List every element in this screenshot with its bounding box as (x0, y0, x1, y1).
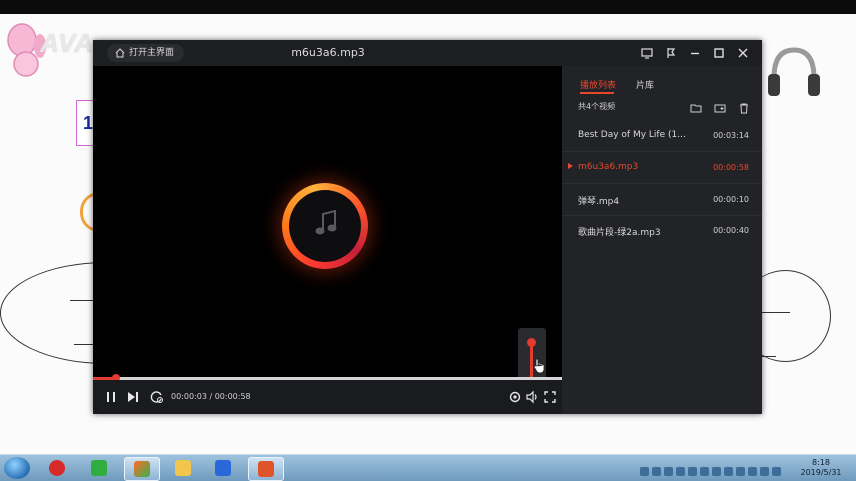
media-app-icon (49, 460, 65, 476)
playlist-item-duration: 00:00:10 (713, 195, 749, 204)
system-tray[interactable] (640, 461, 784, 476)
playlist-item-duration: 00:00:58 (713, 163, 749, 172)
playlist-item[interactable]: 弹琴.mp4 00:00:10 (562, 184, 762, 216)
now-playing-icon (568, 163, 573, 169)
slide-watermark: AVA (40, 28, 95, 58)
pin-icon[interactable] (663, 45, 679, 61)
playlist-panel: 播放列表 片库 共4个视频 Best Day of My Life (1... … (562, 66, 762, 414)
skip-next-icon (128, 392, 138, 402)
taskbar-app[interactable] (82, 457, 116, 479)
taskbar-app[interactable] (166, 457, 200, 479)
tray-icon[interactable] (760, 467, 769, 476)
active-tab-indicator (580, 92, 614, 94)
video-count: 共4个视频 (578, 102, 616, 111)
taskbar-clock[interactable]: 8:18 2019/5/31 (794, 458, 848, 478)
media-player-window: 打开主界面 m6u3a6.mp3 00:00:03 / 00:00:58 播放列… (93, 40, 762, 414)
playlist-item-name: Best Day of My Life (1... (578, 130, 686, 140)
slide-line (762, 356, 776, 357)
window-title: m6u3a6.mp3 (291, 46, 365, 59)
open-folder-icon[interactable] (690, 99, 702, 113)
maximize-icon[interactable] (711, 45, 727, 61)
music-note-icon (315, 210, 337, 235)
playlist-item-name: m6u3a6.mp3 (578, 162, 639, 172)
tray-icon[interactable] (736, 467, 745, 476)
playlist-item-duration: 00:00:40 (713, 226, 749, 235)
time-display: 00:00:03 / 00:00:58 (171, 392, 251, 401)
speaker-icon (526, 390, 537, 404)
slide-line (70, 300, 94, 301)
fullscreen-icon (544, 391, 556, 403)
folder-icon (175, 460, 191, 476)
tray-icon[interactable] (688, 467, 697, 476)
playlist-item-name: 歌曲片段-绿2a.mp3 (578, 228, 661, 238)
taskbar-app[interactable] (248, 457, 284, 481)
taskbar-app[interactable] (206, 457, 240, 479)
close-icon[interactable] (735, 45, 751, 61)
control-bar: 00:00:03 / 00:00:58 (93, 380, 562, 414)
start-button[interactable] (4, 457, 30, 479)
taskbar-app[interactable] (40, 457, 74, 479)
volume-slider-handle[interactable] (527, 338, 536, 347)
loop-icon (150, 391, 163, 403)
slide-line (74, 344, 94, 345)
settings-button[interactable] (507, 389, 523, 405)
hand-cursor-icon (533, 358, 545, 374)
minimize-icon[interactable] (687, 45, 703, 61)
tray-icon[interactable] (640, 467, 649, 476)
screen-top-border (0, 0, 856, 14)
clock-time: 8:18 (812, 458, 830, 467)
clock-date: 2019/5/31 (800, 468, 842, 477)
tray-icon[interactable] (748, 467, 757, 476)
tray-icon[interactable] (652, 467, 661, 476)
tray-icon[interactable] (724, 467, 733, 476)
playlist-item-name: 弹琴.mp4 (578, 197, 620, 207)
trash-icon[interactable] (738, 99, 750, 114)
next-button[interactable] (125, 389, 141, 405)
slide-number: 1 (83, 113, 94, 133)
windows-taskbar: 8:18 2019/5/31 (0, 454, 856, 481)
pause-icon (107, 392, 115, 402)
loop-mode-button[interactable] (149, 389, 165, 405)
wps-writer-icon (215, 460, 231, 476)
green-app-icon (91, 460, 107, 476)
video-area[interactable] (93, 66, 562, 400)
presentation-app-icon (258, 461, 274, 477)
tray-icon[interactable] (676, 467, 685, 476)
disc-center (289, 190, 361, 262)
taskbar-app[interactable] (124, 457, 160, 481)
player-app-icon (134, 461, 150, 477)
tray-icon[interactable] (772, 467, 781, 476)
tab-library[interactable]: 片库 (636, 78, 654, 91)
screen-icon[interactable] (639, 45, 655, 61)
playlist-item-duration: 00:03:14 (713, 131, 749, 140)
headphones-icon (768, 47, 820, 96)
tab-playlist[interactable]: 播放列表 (580, 78, 616, 91)
pause-button[interactable] (103, 389, 119, 405)
fullscreen-button[interactable] (542, 389, 558, 405)
gear-icon (509, 391, 521, 403)
title-bar[interactable]: 打开主界面 m6u3a6.mp3 (93, 40, 762, 66)
add-url-icon[interactable] (714, 99, 726, 113)
playlist-item[interactable]: 歌曲片段-绿2a.mp3 00:00:40 (562, 215, 762, 246)
tray-icon[interactable] (664, 467, 673, 476)
playlist-item[interactable]: Best Day of My Life (1... 00:03:14 (562, 120, 762, 152)
slide-line (762, 312, 790, 313)
tray-icon[interactable] (712, 467, 721, 476)
playlist-item[interactable]: m6u3a6.mp3 00:00:58 (562, 152, 762, 184)
volume-button[interactable] (524, 389, 540, 405)
tray-icon[interactable] (700, 467, 709, 476)
audio-disc-art (282, 183, 368, 269)
